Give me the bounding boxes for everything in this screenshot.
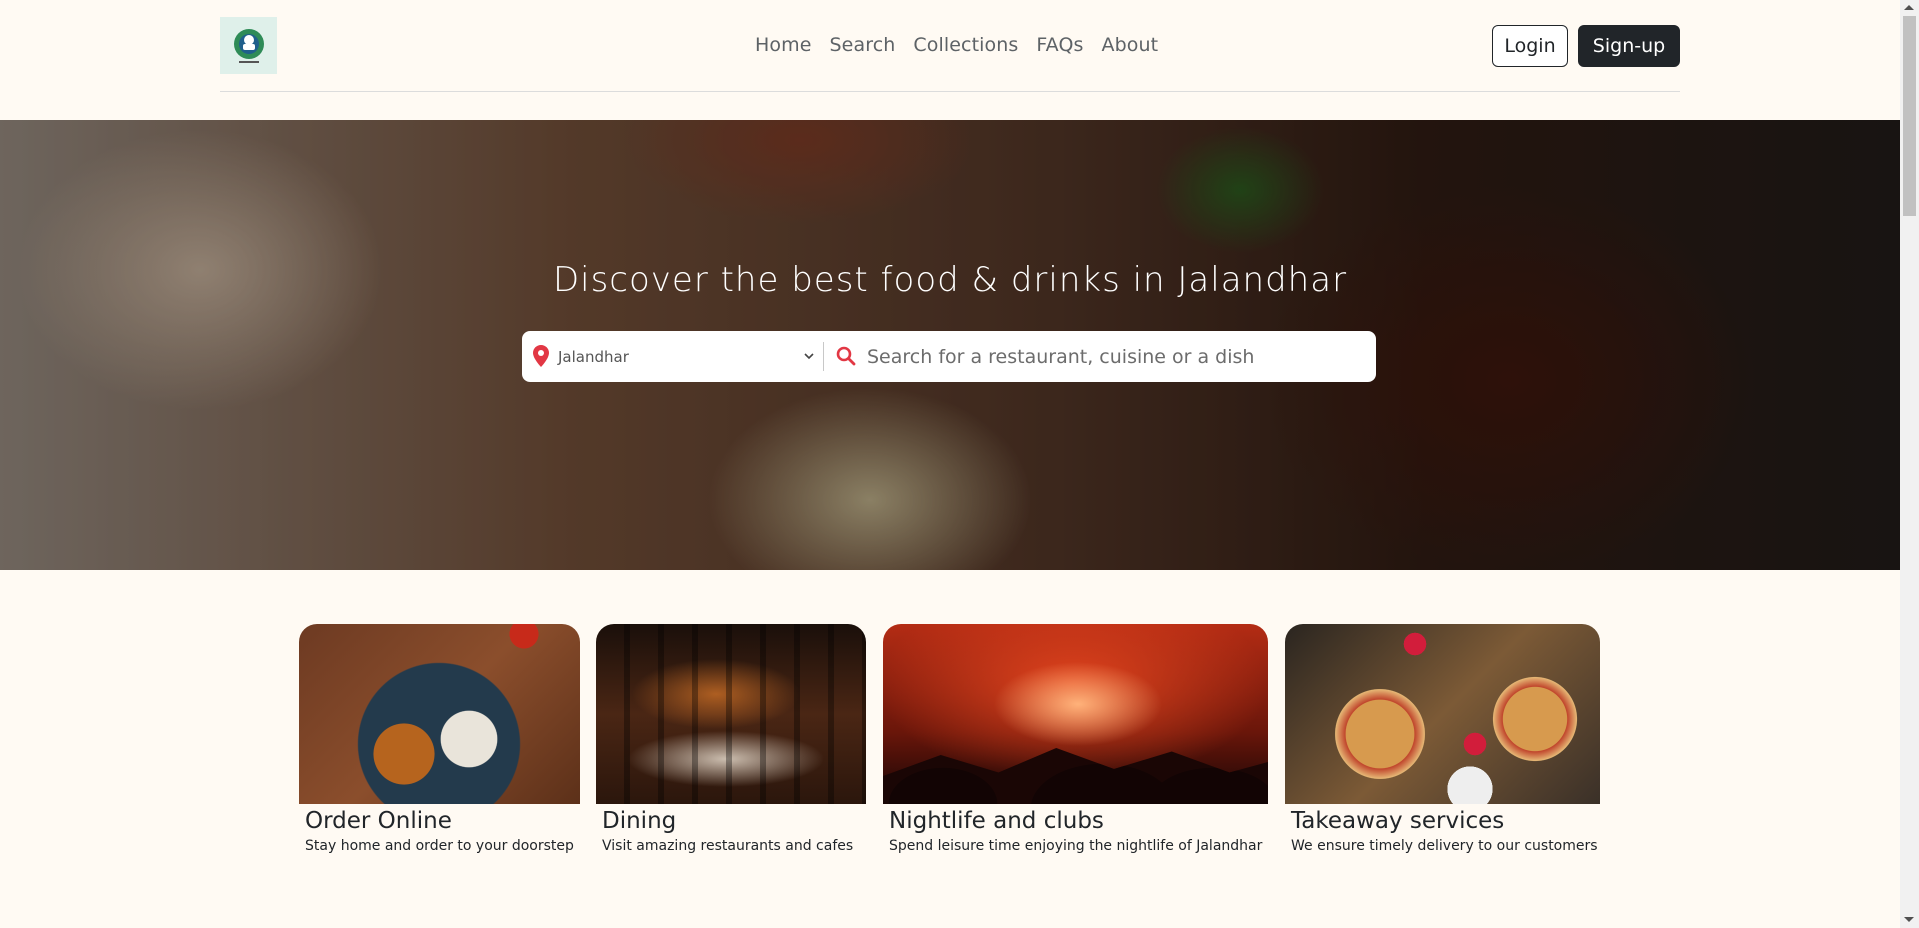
card-desc-takeaway: We ensure timely delivery to our custome… bbox=[1291, 838, 1598, 854]
card-title-takeaway[interactable]: Takeaway services bbox=[1291, 808, 1504, 834]
search-bar: Jalandhar bbox=[522, 331, 1376, 382]
location-value: Jalandhar bbox=[558, 347, 629, 366]
nav-about[interactable]: About bbox=[1102, 34, 1159, 56]
scroll-up-arrow-icon[interactable] bbox=[1904, 5, 1914, 10]
card-desc-order-online: Stay home and order to your doorstep bbox=[305, 838, 574, 854]
main-nav: Home Search Collections FAQs About bbox=[755, 34, 1158, 56]
logo[interactable] bbox=[220, 17, 277, 74]
nightlife-image[interactable] bbox=[883, 624, 1268, 804]
nav-search[interactable]: Search bbox=[830, 34, 896, 56]
search-divider bbox=[823, 342, 824, 371]
card-title-nightlife[interactable]: Nightlife and clubs bbox=[889, 808, 1104, 834]
login-button[interactable]: Login bbox=[1492, 25, 1568, 67]
location-select[interactable]: Jalandhar bbox=[558, 331, 818, 382]
nav-collections[interactable]: Collections bbox=[913, 34, 1018, 56]
scroll-down-arrow-icon[interactable] bbox=[1904, 917, 1914, 922]
location-pin-icon bbox=[533, 345, 549, 367]
card-title-dining[interactable]: Dining bbox=[602, 808, 676, 834]
nav-home[interactable]: Home bbox=[755, 34, 812, 56]
nav-faqs[interactable]: FAQs bbox=[1036, 34, 1083, 56]
hero-banner: Discover the best food & drinks in Jalan… bbox=[0, 120, 1900, 570]
card-desc-dining: Visit amazing restaurants and cafes bbox=[602, 838, 854, 854]
orderbuffe-logo-icon bbox=[233, 28, 264, 63]
chevron-down-icon[interactable] bbox=[802, 349, 816, 363]
hero-title: Discover the best food & drinks in Jalan… bbox=[552, 260, 1348, 300]
search-input[interactable] bbox=[867, 331, 1367, 382]
dining-image[interactable] bbox=[596, 624, 866, 804]
card-desc-nightlife: Spend leisure time enjoying the nightlif… bbox=[889, 838, 1263, 854]
scrollbar-thumb[interactable] bbox=[1903, 16, 1916, 216]
order-online-image[interactable] bbox=[299, 624, 580, 804]
signup-button[interactable]: Sign-up bbox=[1578, 25, 1680, 67]
site-header: Home Search Collections FAQs About Login… bbox=[220, 0, 1680, 92]
takeaway-image[interactable] bbox=[1285, 624, 1600, 804]
search-icon bbox=[836, 346, 856, 366]
card-title-order-online[interactable]: Order Online bbox=[305, 808, 452, 834]
